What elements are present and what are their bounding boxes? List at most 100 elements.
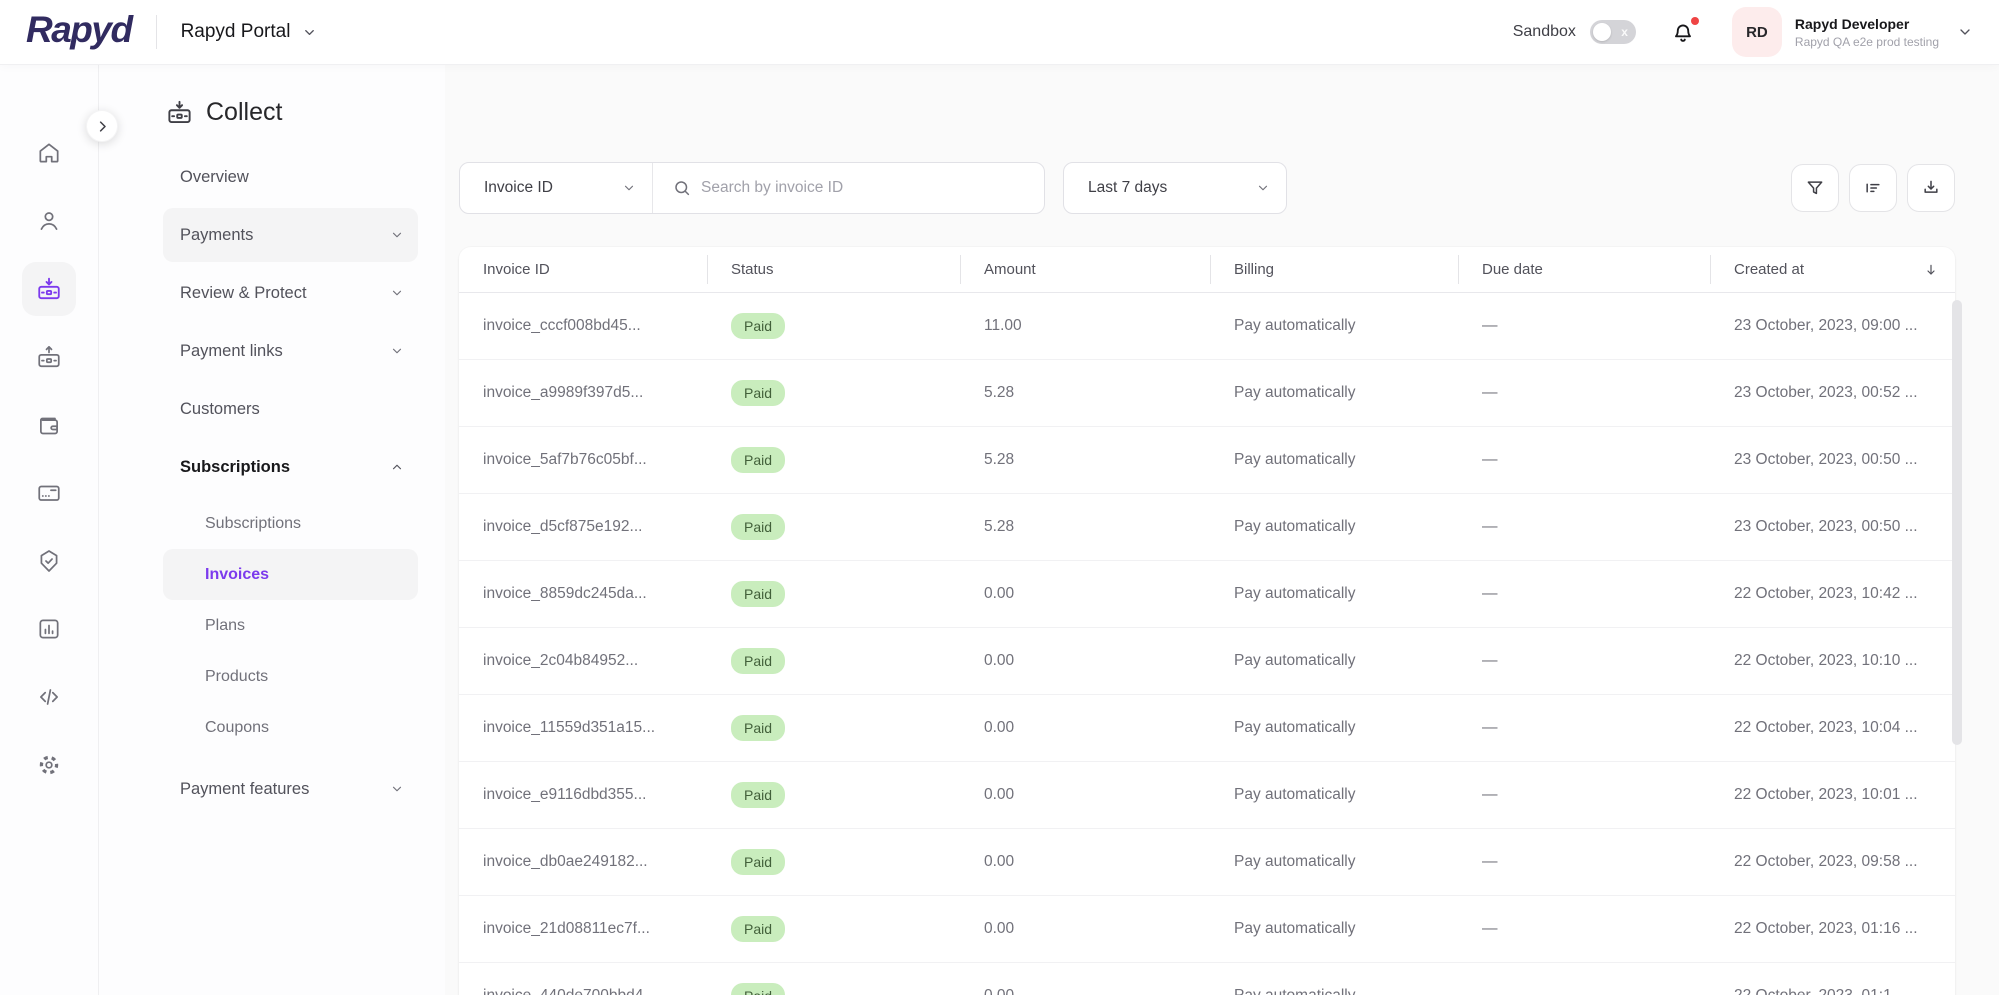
toggle-knob — [1593, 23, 1611, 41]
search-category-value: Invoice ID — [484, 179, 622, 197]
portal-switcher[interactable]: Rapyd Portal — [181, 21, 318, 43]
cell-due-date: — — [1458, 384, 1710, 402]
cell-created-at: 23 October, 2023, 00:52 ... — [1710, 384, 1955, 402]
cell-invoice-id: invoice_2c04b84952... — [459, 652, 707, 670]
nav-collect[interactable] — [22, 262, 76, 316]
status-badge: Paid — [731, 514, 785, 540]
filter-icon — [1805, 178, 1825, 198]
cell-created-at: 22 October, 2023, 01:1... — [1710, 987, 1955, 995]
nav-disburse[interactable] — [22, 330, 76, 384]
cell-due-date: — — [1458, 317, 1710, 335]
table-row[interactable]: invoice_e9116dbd355... Paid 0.00 Pay aut… — [459, 762, 1955, 829]
status-badge: Paid — [731, 581, 785, 607]
cell-invoice-id: invoice_8859dc245da... — [459, 585, 707, 603]
status-badge: Paid — [731, 447, 785, 473]
table-row[interactable]: invoice_d5cf875e192... Paid 5.28 Pay aut… — [459, 494, 1955, 561]
cell-amount: 5.28 — [960, 518, 1210, 536]
sandbox-toggle[interactable]: x — [1590, 20, 1636, 44]
cell-status: Paid — [707, 313, 960, 339]
table-scrollbar[interactable] — [1952, 300, 1962, 745]
sidebar-subitem-coupons[interactable]: Coupons — [163, 702, 418, 753]
cell-invoice-id: invoice_d5cf875e192... — [459, 518, 707, 536]
nav-clients[interactable] — [22, 194, 76, 248]
table-row[interactable]: invoice_21d08811ec7f... Paid 0.00 Pay au… — [459, 896, 1955, 963]
toggle-off-mark: x — [1621, 23, 1628, 41]
search-group: Invoice ID — [459, 162, 1045, 214]
disburse-icon — [36, 344, 62, 370]
nav-home[interactable] — [22, 126, 76, 180]
cell-billing: Pay automatically — [1210, 451, 1458, 469]
sidebar-item-customers[interactable]: Customers — [163, 382, 418, 436]
cell-due-date: — — [1458, 518, 1710, 536]
sandbox-label: Sandbox — [1513, 23, 1576, 41]
column-header-created-at[interactable]: Created at — [1710, 247, 1955, 292]
cell-amount: 0.00 — [960, 719, 1210, 737]
logo-divider — [156, 15, 157, 49]
sidebar-expand-button[interactable] — [86, 110, 118, 142]
chevron-down-icon — [1957, 24, 1973, 40]
chevron-down-icon — [622, 181, 636, 195]
sidebar-subitem-subscriptions[interactable]: Subscriptions — [163, 498, 418, 549]
column-header-billing: Billing — [1210, 247, 1458, 292]
user-menu[interactable]: RD Rapyd Developer Rapyd QA e2e prod tes… — [1732, 7, 1973, 57]
sidebar-item-overview[interactable]: Overview — [163, 150, 418, 204]
table-row[interactable]: invoice_11559d351a15... Paid 0.00 Pay au… — [459, 695, 1955, 762]
cell-created-at: 22 October, 2023, 10:10 ... — [1710, 652, 1955, 670]
nav-verify[interactable] — [22, 534, 76, 588]
filter-button[interactable] — [1791, 164, 1839, 212]
download-button[interactable] — [1907, 164, 1955, 212]
table-row[interactable]: invoice_a9989f397d5... Paid 5.28 Pay aut… — [459, 360, 1955, 427]
sidebar-subitem-products[interactable]: Products — [163, 651, 418, 702]
notification-dot — [1691, 17, 1699, 25]
search-input[interactable] — [691, 179, 1044, 197]
sidebar-item-payments[interactable]: Payments — [163, 208, 418, 262]
sidebar-subitem-invoices[interactable]: Invoices — [163, 549, 418, 600]
cell-invoice-id: invoice_a9989f397d5... — [459, 384, 707, 402]
cell-amount: 0.00 — [960, 652, 1210, 670]
notifications-button[interactable] — [1670, 17, 1700, 47]
status-badge: Paid — [731, 916, 785, 942]
toolbar-actions — [1791, 164, 1955, 212]
sidebar-item-payment-links[interactable]: Payment links — [163, 324, 418, 378]
nav-wallet[interactable] — [22, 398, 76, 452]
chevron-down-icon — [390, 782, 404, 796]
table-row[interactable]: invoice_cccf008bd45... Paid 11.00 Pay au… — [459, 293, 1955, 360]
cell-due-date: — — [1458, 652, 1710, 670]
sidebar-subitem-plans[interactable]: Plans — [163, 600, 418, 651]
cell-status: Paid — [707, 581, 960, 607]
table-row[interactable]: invoice_5af7b76c05bf... Paid 5.28 Pay au… — [459, 427, 1955, 494]
nav-analytics[interactable] — [22, 602, 76, 656]
chevron-down-icon — [390, 228, 404, 242]
nav-card-issuing[interactable] — [22, 466, 76, 520]
sort-button[interactable] — [1849, 164, 1897, 212]
cell-invoice-id: invoice_cccf008bd45... — [459, 317, 707, 335]
sidebar-item-payment-features[interactable]: Payment features — [163, 762, 418, 816]
cell-billing: Pay automatically — [1210, 719, 1458, 737]
cell-due-date: — — [1458, 987, 1710, 995]
rapyd-logo: Rapyd — [26, 9, 132, 55]
table-row[interactable]: invoice_8859dc245da... Paid 0.00 Pay aut… — [459, 561, 1955, 628]
date-range-select[interactable]: Last 7 days — [1063, 162, 1287, 214]
cell-amount: 0.00 — [960, 920, 1210, 938]
cell-due-date: — — [1458, 585, 1710, 603]
table-row[interactable]: invoice_2c04b84952... Paid 0.00 Pay auto… — [459, 628, 1955, 695]
cell-invoice-id: invoice_e9116dbd355... — [459, 786, 707, 804]
cell-amount: 11.00 — [960, 317, 1210, 335]
table-row[interactable]: invoice_db0ae249182... Paid 0.00 Pay aut… — [459, 829, 1955, 896]
table-row[interactable]: invoice_440de700bbd4... Paid 0.00 Pay au… — [459, 963, 1955, 995]
status-badge: Paid — [731, 313, 785, 339]
nav-settings[interactable] — [22, 738, 76, 792]
search-category-select[interactable]: Invoice ID — [460, 163, 653, 213]
cell-billing: Pay automatically — [1210, 786, 1458, 804]
sidebar-item-subscriptions[interactable]: Subscriptions — [163, 440, 418, 494]
nav-developers[interactable] — [22, 670, 76, 724]
cell-status: Paid — [707, 715, 960, 741]
collect-sidebar: Collect Overview Payments Review & Prote… — [99, 64, 445, 995]
cell-created-at: 23 October, 2023, 00:50 ... — [1710, 518, 1955, 536]
topbar: Rapyd Rapyd Portal Sandbox x RD Rapyd De… — [0, 0, 1999, 64]
cell-created-at: 23 October, 2023, 09:00 ... — [1710, 317, 1955, 335]
sidebar-title: Collect — [166, 98, 282, 127]
sidebar-item-review-protect[interactable]: Review & Protect — [163, 266, 418, 320]
main-content: Invoice ID Last 7 days — [445, 64, 1999, 995]
user-icon — [36, 208, 62, 234]
